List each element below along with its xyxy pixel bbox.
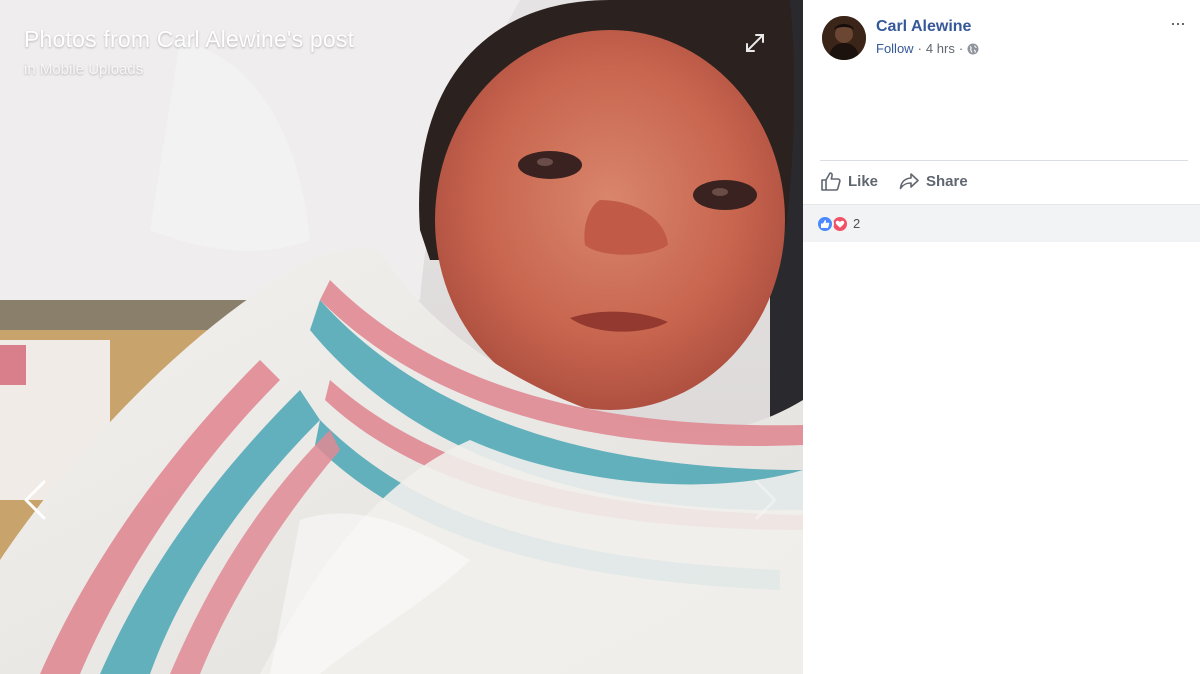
like-button-label: Like (848, 172, 879, 190)
post-meta: Follow · 4 hrs · (876, 41, 979, 56)
photo-viewer-header: Photos from Carl Alewine's post in Mobil… (24, 26, 743, 78)
share-button-label: Share (926, 172, 968, 190)
meta-separator: · (958, 41, 964, 56)
post-photo[interactable] (0, 0, 803, 674)
reaction-icons[interactable] (816, 214, 849, 233)
photo-viewer: Photos from Carl Alewine's post in Mobil… (0, 0, 803, 674)
avatar[interactable] (822, 16, 866, 60)
previous-photo-arrow-icon[interactable] (22, 478, 48, 522)
reaction-count[interactable]: 2 (853, 216, 860, 231)
photo-viewer-title: Photos from Carl Alewine's post (24, 26, 355, 52)
album-link[interactable]: in Mobile Uploads (24, 61, 743, 78)
next-photo-arrow-icon[interactable] (753, 478, 779, 522)
divider (820, 160, 1188, 161)
like-reaction-icon (816, 214, 834, 233)
globe-icon[interactable] (967, 43, 979, 55)
meta-separator: · (917, 41, 922, 56)
newborn-photo-illustration (0, 0, 803, 674)
post-actions: Like Share (820, 170, 968, 192)
follow-link[interactable]: Follow (876, 41, 914, 56)
author-name-link[interactable]: Carl Alewine (876, 18, 971, 36)
expand-icon[interactable] (743, 31, 767, 55)
reactions-bar: 2 (803, 204, 1200, 242)
post-sidebar: Carl Alewine Follow · 4 hrs · ··· Like S… (803, 0, 1200, 674)
like-button[interactable]: Like (820, 170, 878, 192)
thumbs-up-icon (821, 172, 841, 191)
post-timestamp[interactable]: 4 hrs (926, 41, 955, 56)
share-arrow-icon (899, 173, 919, 190)
share-button[interactable]: Share (898, 170, 968, 192)
more-options-icon[interactable]: ··· (1170, 14, 1186, 32)
